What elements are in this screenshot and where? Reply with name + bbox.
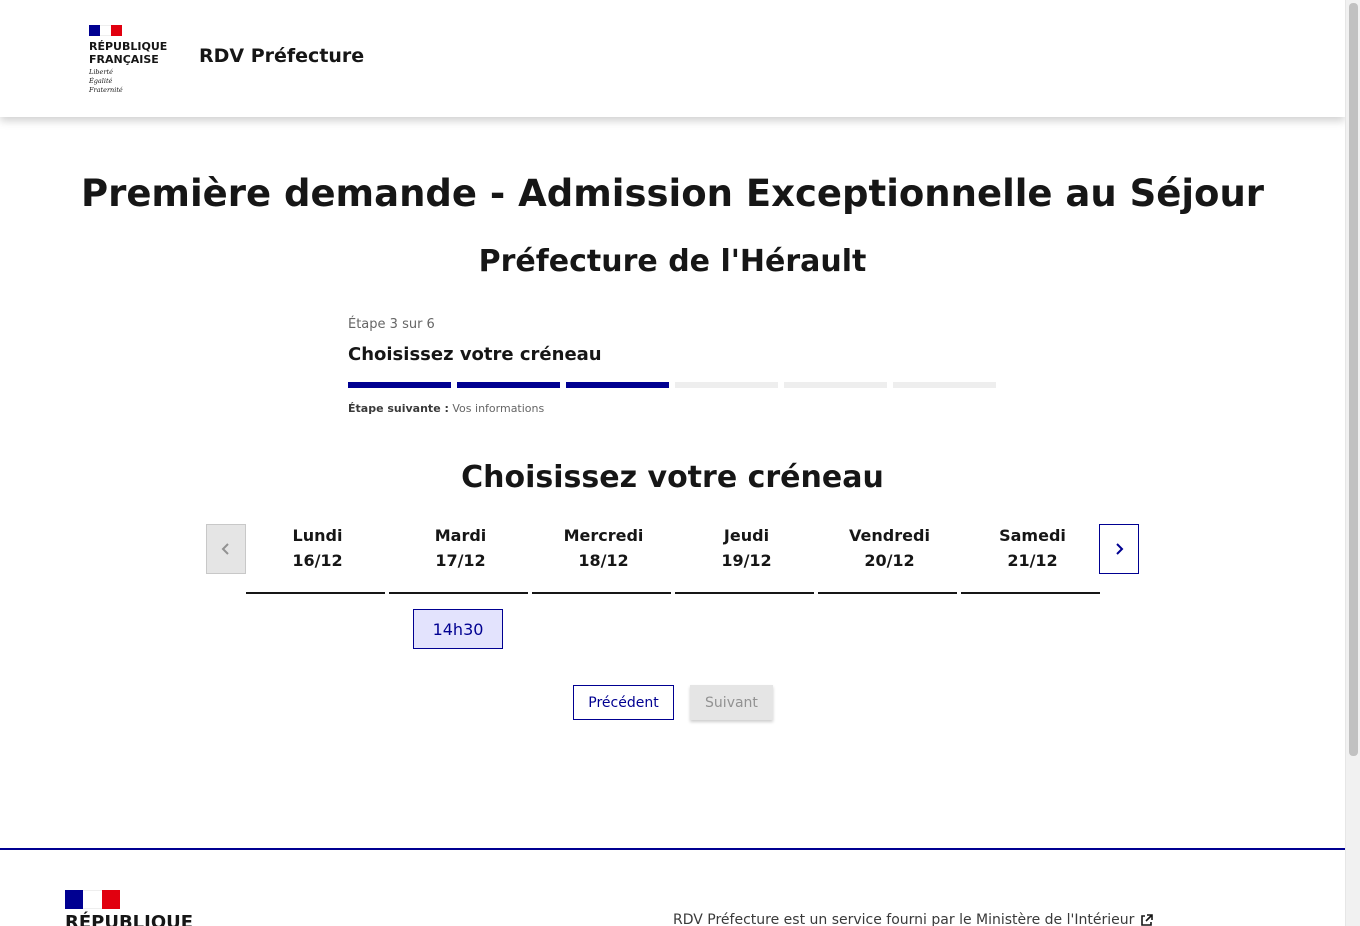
stepper-segment — [893, 382, 996, 388]
day-date: 18/12 — [578, 551, 629, 570]
day-date: 21/12 — [1007, 551, 1058, 570]
logo-devise: Liberté Égalité Fraternité — [89, 68, 123, 94]
service-title[interactable]: RDV Préfecture — [199, 45, 364, 67]
previous-button[interactable]: Précédent — [573, 685, 674, 720]
stepper-progress — [348, 382, 996, 388]
calendar-day-column: Vendredi 20/12 — [818, 526, 961, 594]
stepper-segment — [566, 382, 669, 388]
day-name: Jeudi — [723, 526, 770, 545]
stepper: Étape 3 sur 6 Choisissez votre créneau É… — [348, 317, 998, 415]
external-link-icon — [1141, 913, 1154, 926]
day-name: Lundi — [292, 526, 343, 545]
stepper-next-label: Étape suivante : — [348, 402, 449, 415]
calendar-day-column: Mercredi 18/12 — [532, 526, 675, 594]
calendar-day-column: Jeudi 19/12 — [675, 526, 818, 594]
footer-description-link[interactable]: RDV Préfecture est un service fourni par… — [673, 912, 1154, 926]
stepper-segment — [675, 382, 778, 388]
stepper-title: Choisissez votre créneau — [348, 344, 602, 365]
next-button[interactable]: Suivant — [690, 685, 773, 720]
day-name: Samedi — [999, 526, 1066, 545]
next-week-button[interactable] — [1099, 524, 1139, 574]
stepper-next-step: Étape suivante : Vos informations — [348, 402, 544, 415]
day-name: Mardi — [434, 526, 487, 545]
day-date: 17/12 — [435, 551, 486, 570]
stepper-state: Étape 3 sur 6 — [348, 317, 435, 332]
previous-week-button[interactable] — [206, 524, 246, 574]
day-date: 16/12 — [292, 551, 343, 570]
stepper-segment — [784, 382, 887, 388]
day-date: 20/12 — [864, 551, 915, 570]
section-title: Choisissez votre créneau — [461, 460, 884, 495]
page-subtitle: Préfecture de l'Hérault — [478, 244, 867, 279]
chevron-right-icon — [1116, 543, 1124, 555]
stepper-segment — [457, 382, 560, 388]
header: RÉPUBLIQUE FRANÇAISE Liberté Égalité Fra… — [0, 0, 1345, 117]
calendar-days: Lundi 16/12 Mardi 17/12 Mercredi 18/12 Jeudi 19… — [246, 526, 1104, 594]
stepper-next-value: Vos informations — [452, 402, 545, 415]
day-date: 19/12 — [721, 551, 772, 570]
day-name: Mercredi — [563, 526, 644, 545]
footer-flag-icon — [65, 890, 120, 909]
footer-logo[interactable]: RÉPUBLIQUE — [65, 890, 193, 926]
logo-text: RÉPUBLIQUE FRANÇAISE — [89, 40, 168, 66]
footer-description: RDV Préfecture est un service fourni par… — [673, 912, 1135, 926]
calendar-day-column: Mardi 17/12 — [389, 526, 532, 594]
day-name: Vendredi — [849, 526, 930, 545]
republique-francaise-logo[interactable]: RÉPUBLIQUE FRANÇAISE Liberté Égalité Fra… — [89, 25, 179, 95]
scrollbar-thumb[interactable] — [1349, 3, 1358, 756]
flag-icon — [89, 25, 122, 36]
calendar-day-column: Lundi 16/12 — [246, 526, 389, 594]
footer-logo-text: RÉPUBLIQUE — [65, 912, 194, 926]
time-slot-button[interactable]: 14h30 — [413, 609, 503, 649]
page-title: Première demande - Admission Exceptionne… — [80, 172, 1265, 215]
footer: RÉPUBLIQUE RDV Préfecture est un service… — [0, 848, 1345, 926]
chevron-left-icon — [221, 543, 229, 555]
scrollbar[interactable] — [1345, 0, 1360, 926]
calendar-day-column: Samedi 21/12 — [961, 526, 1104, 594]
stepper-segment — [348, 382, 451, 388]
